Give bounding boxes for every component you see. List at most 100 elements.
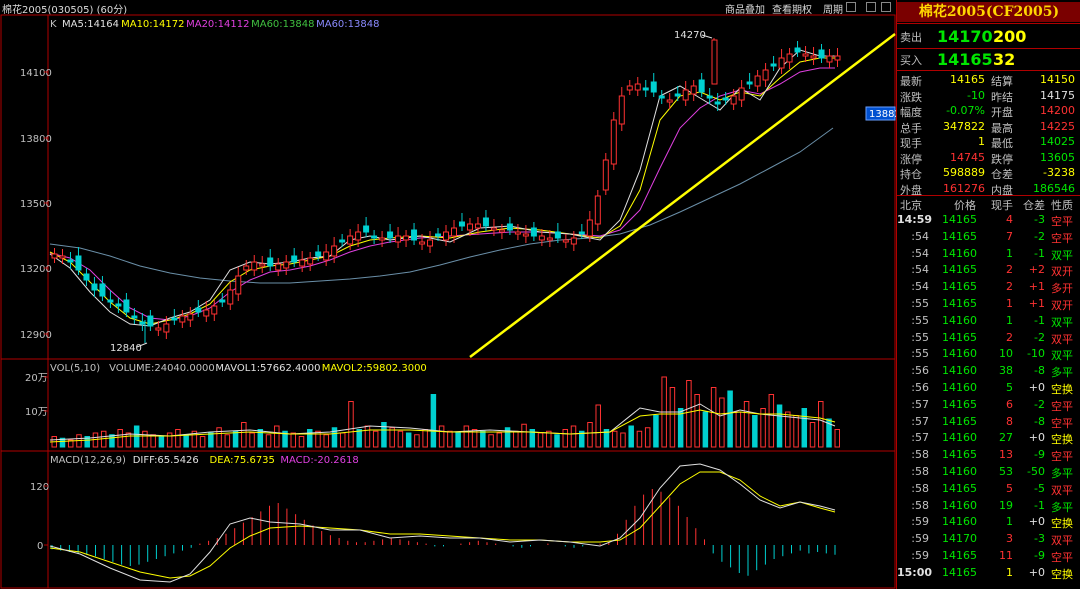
volume-bar (686, 380, 692, 448)
candle-body (610, 119, 617, 165)
tick-volume: 8 (1006, 414, 1013, 428)
volume-legend-item: VOLUME:24040.0000 (109, 363, 215, 374)
stat-row: 总手 347822 最高 14225 (897, 120, 1080, 136)
volume-bars (51, 376, 840, 448)
tick-nature: 多平 (1051, 467, 1073, 480)
maximize-icon[interactable] (866, 2, 876, 12)
tick-row[interactable]: :55 14160 1 -1 双平 (897, 314, 1080, 330)
tick-row[interactable]: 15:00 14165 1 +0 空换 (897, 566, 1080, 582)
tick-row[interactable]: :58 14165 5 -5 双平 (897, 482, 1080, 498)
tick-volume: 1 (1006, 246, 1013, 260)
volume-legend-item: VOL(5,10) (50, 363, 100, 374)
tick-row[interactable]: :58 14160 19 -1 多平 (897, 499, 1080, 515)
candle-body (139, 321, 146, 325)
candle-body (666, 99, 673, 103)
volume-bar (793, 415, 799, 448)
tick-time: :55 (911, 347, 929, 361)
tick-oi-change: -3 (1034, 213, 1045, 226)
candle-body (363, 225, 370, 233)
tick-row[interactable]: :55 14160 10 -10 双平 (897, 347, 1080, 363)
candle-body (530, 227, 537, 237)
tick-row[interactable]: :54 14160 1 -1 双平 (897, 247, 1080, 263)
tick-row[interactable]: :57 14165 8 -8 空平 (897, 415, 1080, 431)
candle-body (291, 255, 298, 263)
candle-body (826, 55, 833, 63)
volume-bar (727, 390, 733, 448)
tick-oi-change: -8 (1034, 364, 1045, 378)
tick-oi-change: +1 (1028, 280, 1045, 294)
crosshair-price-value: 13882 (869, 109, 896, 120)
volume-bar (595, 404, 601, 448)
tick-price: 14160 (942, 347, 977, 361)
tick-price: 14165 (942, 280, 977, 294)
candle-body (682, 89, 689, 101)
close-icon[interactable] (881, 2, 891, 12)
ask-row[interactable]: 卖出 14170 200 (897, 27, 1080, 47)
tick-volume: 1 (1006, 313, 1013, 327)
tick-row[interactable]: :58 14160 53 -50 多平 (897, 465, 1080, 481)
ask-price: 14170 (937, 27, 993, 46)
candle-body (586, 219, 593, 237)
macd-legend-item: MACD:-20.2618 (280, 455, 358, 466)
candle-body (195, 307, 202, 313)
tick-row[interactable]: :54 14165 2 +2 双开 (897, 263, 1080, 279)
candle-body (171, 317, 178, 321)
candle-body (51, 253, 58, 259)
tick-volume: 27 (999, 431, 1013, 445)
diff-line (49, 463, 836, 583)
candle-body (762, 69, 769, 81)
y-tick: 120 (30, 482, 49, 493)
bid-row[interactable]: 买入 14165 32 (897, 50, 1080, 70)
tick-row[interactable]: :59 14170 3 -3 双平 (897, 532, 1080, 548)
volume-bar (438, 425, 445, 448)
tick-price: 14160 (942, 364, 977, 378)
candle-body (570, 237, 577, 245)
tick-row[interactable]: :59 14160 1 +0 空换 (897, 515, 1080, 531)
candle-body (674, 93, 681, 97)
tick-row[interactable]: :56 14160 5 +0 空换 (897, 381, 1080, 397)
tick-time: :56 (911, 381, 929, 394)
macd-legend-item: DIFF:65.5426 (133, 455, 199, 466)
tick-row[interactable]: :54 14165 7 -2 空平 (897, 230, 1080, 246)
candle-body (371, 235, 378, 239)
tick-time: :55 (911, 297, 929, 310)
contract-title: 棉花2005(CF2005) (897, 2, 1080, 22)
candle-body (754, 75, 761, 87)
tick-time: :55 (911, 330, 929, 344)
stat-label: 幅度 (900, 106, 922, 119)
chart-frame (0, 14, 896, 589)
tick-row[interactable]: :56 14160 38 -8 多平 (897, 364, 1080, 380)
minimize-icon[interactable] (846, 2, 856, 12)
stat-label: 开盘 (991, 106, 1013, 119)
tick-oi-change: -1 (1034, 246, 1045, 260)
tick-price: 14165 (942, 330, 977, 344)
candle-body (187, 313, 194, 321)
tick-row[interactable]: :54 14165 2 +1 多开 (897, 280, 1080, 296)
tick-row[interactable]: :57 14165 6 -2 空平 (897, 398, 1080, 414)
dea-line (49, 471, 836, 579)
tick-row[interactable]: :55 14165 1 +1 双开 (897, 297, 1080, 313)
kline-chart[interactable]: K MA5:14164 MA10:14172 MA20:14112 MA60:1384… (0, 14, 896, 589)
candle-body (834, 55, 841, 61)
candle-body (538, 235, 545, 241)
tick-row[interactable]: :58 14165 13 -9 空平 (897, 448, 1080, 464)
volume-bar (480, 430, 486, 448)
tick-row[interactable]: :57 14160 27 +0 空换 (897, 431, 1080, 447)
tick-row[interactable]: :55 14165 2 -2 双平 (897, 331, 1080, 347)
candle-body (810, 55, 817, 59)
tick-time: 15:00 (897, 565, 933, 579)
candle-body (714, 101, 721, 105)
trendline[interactable] (469, 33, 896, 358)
macd-legend-item: MACD(12,26,9) (50, 455, 126, 466)
tick-nature: 空平 (1051, 450, 1073, 464)
tick-row[interactable]: 14:59 14165 4 -3 空平 (897, 213, 1080, 229)
stat-label: 最新 (900, 75, 922, 88)
volume-bar (834, 429, 840, 448)
ma-legend-item: MA60:13848 (251, 19, 314, 30)
candle-body (115, 303, 122, 307)
tick-row[interactable]: :59 14165 11 -9 空平 (897, 549, 1080, 565)
volume-bar (752, 415, 758, 448)
tick-nature: 双开 (1051, 265, 1073, 279)
volume-bar (735, 411, 742, 448)
tick-price: 14160 (942, 498, 977, 512)
